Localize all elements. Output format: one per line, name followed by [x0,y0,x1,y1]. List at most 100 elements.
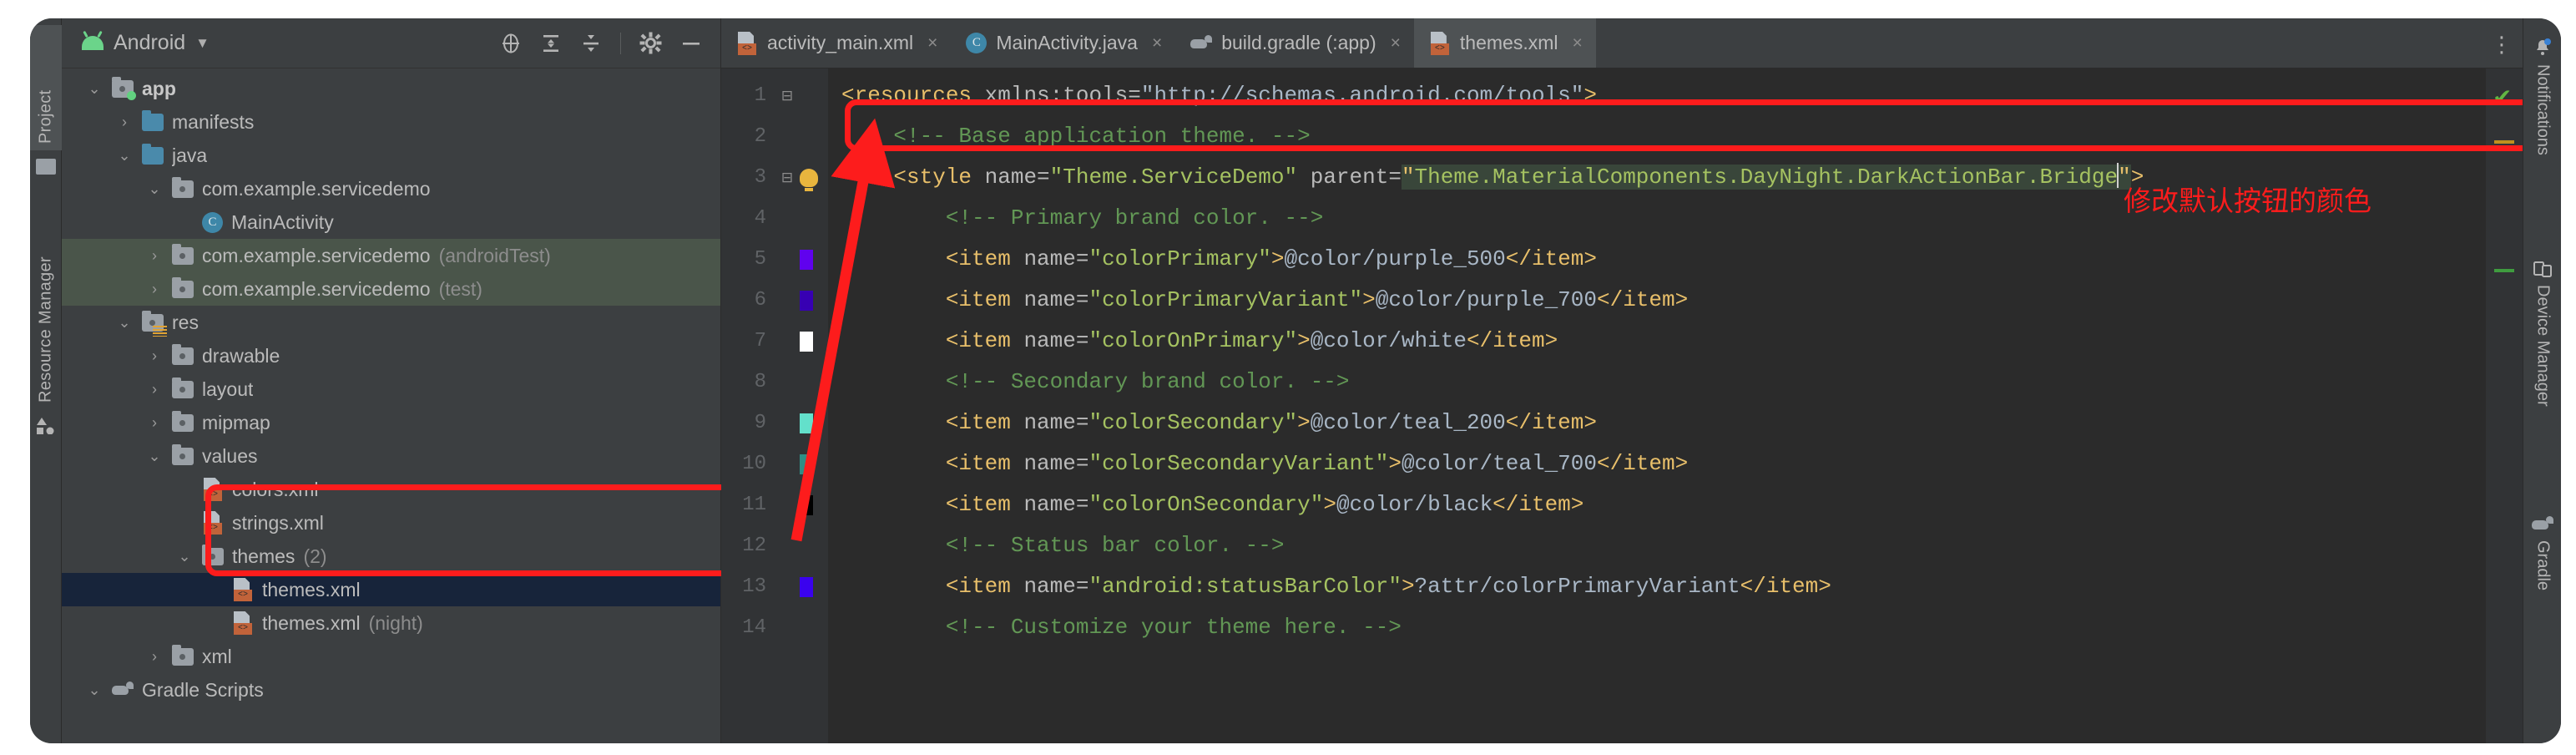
code-editor[interactable]: 1 2 3 4 5 6 7 8 9 10 11 12 13 14 ⊟ ⊟ <resources xmlns:… [721,68,2523,743]
collapse-all-icon[interactable] [580,33,602,54]
android-head-icon [82,36,104,50]
tree-row[interactable]: <> strings.xml [62,506,720,540]
color-preview-swatch[interactable] [800,454,813,474]
close-icon[interactable]: × [1152,33,1162,53]
chevron-right-icon[interactable]: › [145,347,164,365]
tree-row[interactable]: C MainActivity [62,205,720,239]
sidebar-item-project[interactable]: Project [30,25,62,150]
gutter-marker-row[interactable] [776,198,828,239]
tree-row[interactable]: ⌄ values [62,439,720,473]
gutter-markers[interactable]: ⊟ ⊟ [776,68,828,743]
fold-toggle-icon[interactable]: ⊟ [780,88,795,104]
editor-tab[interactable]: C MainActivity.java × [951,18,1175,68]
gutter-marker-row[interactable] [776,607,828,648]
intention-bulb-icon[interactable] [800,168,818,191]
gutter-marker-row[interactable] [776,280,828,321]
expand-all-icon[interactable] [540,33,562,54]
chevron-down-icon[interactable]: ⌄ [115,314,134,332]
project-tree[interactable]: ⌄ app › manifests ⌄ java ⌄ com.example.serviced… [62,68,720,743]
tree-row[interactable]: › com.example.servicedemo (androidTest) [62,239,720,272]
gt-bracket: > [1270,246,1285,271]
tree-row[interactable]: › layout [62,372,720,406]
hide-icon[interactable] [680,33,702,54]
gutter-marker-row[interactable] [776,116,828,157]
inspection-sidebar[interactable]: ✔ [2486,68,2523,743]
code-line-13: <item name="android:statusBarColor">?att… [828,566,2486,607]
color-preview-swatch[interactable] [800,576,813,597]
gutter-marker-row[interactable] [776,566,828,607]
chevron-right-icon[interactable]: › [145,648,164,666]
editor-options-kebab-icon[interactable]: ⋮ [2491,33,2513,55]
gutter-marker-row[interactable] [776,321,828,362]
gutter-marker-row[interactable] [776,525,828,566]
tree-row-label: com.example.servicedemo [202,177,431,200]
color-preview-swatch[interactable] [800,413,813,433]
chevron-right-icon[interactable]: › [115,114,134,131]
attr-name: name= [1010,287,1089,312]
close-icon[interactable]: × [1391,33,1401,53]
gutter-marker-row[interactable] [776,403,828,443]
editor-tab-bar[interactable]: <> activity_main.xml × C MainActivity.java × b… [721,18,2523,68]
editor-tab[interactable]: <> activity_main.xml × [721,18,951,68]
sidebar-item-resource-manager[interactable]: Resource Manager [30,184,62,409]
tree-row[interactable]: › drawable [62,339,720,372]
select-opened-file-icon[interactable] [500,33,522,54]
code-line-6: <item name="colorPrimaryVariant">@color/… [828,280,2486,321]
editor-tab[interactable]: build.gradle (:app) × [1175,18,1414,68]
comment-status-bar: <!-- Status bar color. --> [841,533,1285,558]
tree-row[interactable]: <> colors.xml [62,473,720,506]
warning-marker[interactable] [2494,140,2514,144]
chevron-down-icon[interactable]: ⌄ [115,147,134,165]
tree-row[interactable]: <> themes.xml [62,573,720,606]
tree-row[interactable]: › manifests [62,105,720,139]
color-preview-swatch[interactable] [800,331,813,352]
change-marker[interactable] [2494,269,2514,272]
gutter-marker-row[interactable] [776,239,828,280]
chevron-down-icon[interactable]: ⌄ [145,448,164,465]
gutter-marker-row[interactable]: ⊟ [776,75,828,116]
chevron-right-icon[interactable]: › [145,381,164,398]
color-preview-swatch[interactable] [800,249,813,270]
chevron-down-icon[interactable]: ⌄ [85,80,104,98]
chevron-right-icon[interactable]: › [145,247,164,265]
tree-row[interactable]: › mipmap [62,406,720,439]
color-preview-swatch[interactable] [800,494,813,515]
value-purple-700: @color/purple_700 [1375,287,1597,312]
gutter-marker-row[interactable] [776,443,828,484]
chevron-down-icon[interactable]: ⌄ [85,682,104,699]
gradle-icon [112,682,134,698]
gear-icon[interactable] [639,32,662,54]
sidebar-item-gradle[interactable]: Gradle [2523,508,2561,650]
tree-row[interactable]: ⌄ com.example.servicedemo [62,172,720,205]
sidebar-item-notifications[interactable]: Notifications [2523,30,2561,239]
tree-row[interactable]: ⌄ java [62,139,720,172]
fold-toggle-icon[interactable]: ⊟ [780,170,795,186]
color-preview-swatch[interactable] [800,290,813,311]
project-view-selector-label[interactable]: Android [114,31,185,55]
tree-row[interactable]: › xml [62,640,720,673]
close-icon[interactable]: × [1572,33,1582,53]
code-content[interactable]: <resources xmlns:tools="http://schemas.a… [828,68,2486,743]
chevron-right-icon[interactable]: › [145,281,164,298]
tree-row[interactable]: ⌄ res [62,306,720,339]
tree-row[interactable]: ⌄ app [62,72,720,105]
chevron-down-icon[interactable]: ⌄ [145,180,164,198]
gutter-marker-row[interactable] [776,484,828,525]
chevron-down-icon[interactable]: ▼ [195,35,210,52]
chevron-right-icon[interactable]: › [145,414,164,432]
tree-row[interactable]: › com.example.servicedemo (test) [62,272,720,306]
tree-row[interactable]: ⌄ themes (2) [62,540,720,573]
gutter-marker-row[interactable] [776,362,828,403]
value-black: @color/black [1336,492,1493,517]
xml-file-icon: <> [202,511,224,535]
tree-row[interactable]: <> themes.xml (night) [62,606,720,640]
tag-item-end: </item> [1466,328,1558,353]
sidebar-item-device-manager[interactable]: Device Manager [2523,252,2561,494]
chevron-down-icon[interactable]: ⌄ [175,548,194,565]
attr-value-statusBarColor: "android:statusBarColor" [1088,574,1402,599]
xml-file-icon: <> [202,478,224,501]
tree-row[interactable]: ⌄ Gradle Scripts [62,673,720,707]
close-icon[interactable]: × [927,33,937,53]
gutter-marker-row[interactable]: ⊟ [776,157,828,198]
editor-tab[interactable]: <> themes.xml × [1413,18,1596,68]
